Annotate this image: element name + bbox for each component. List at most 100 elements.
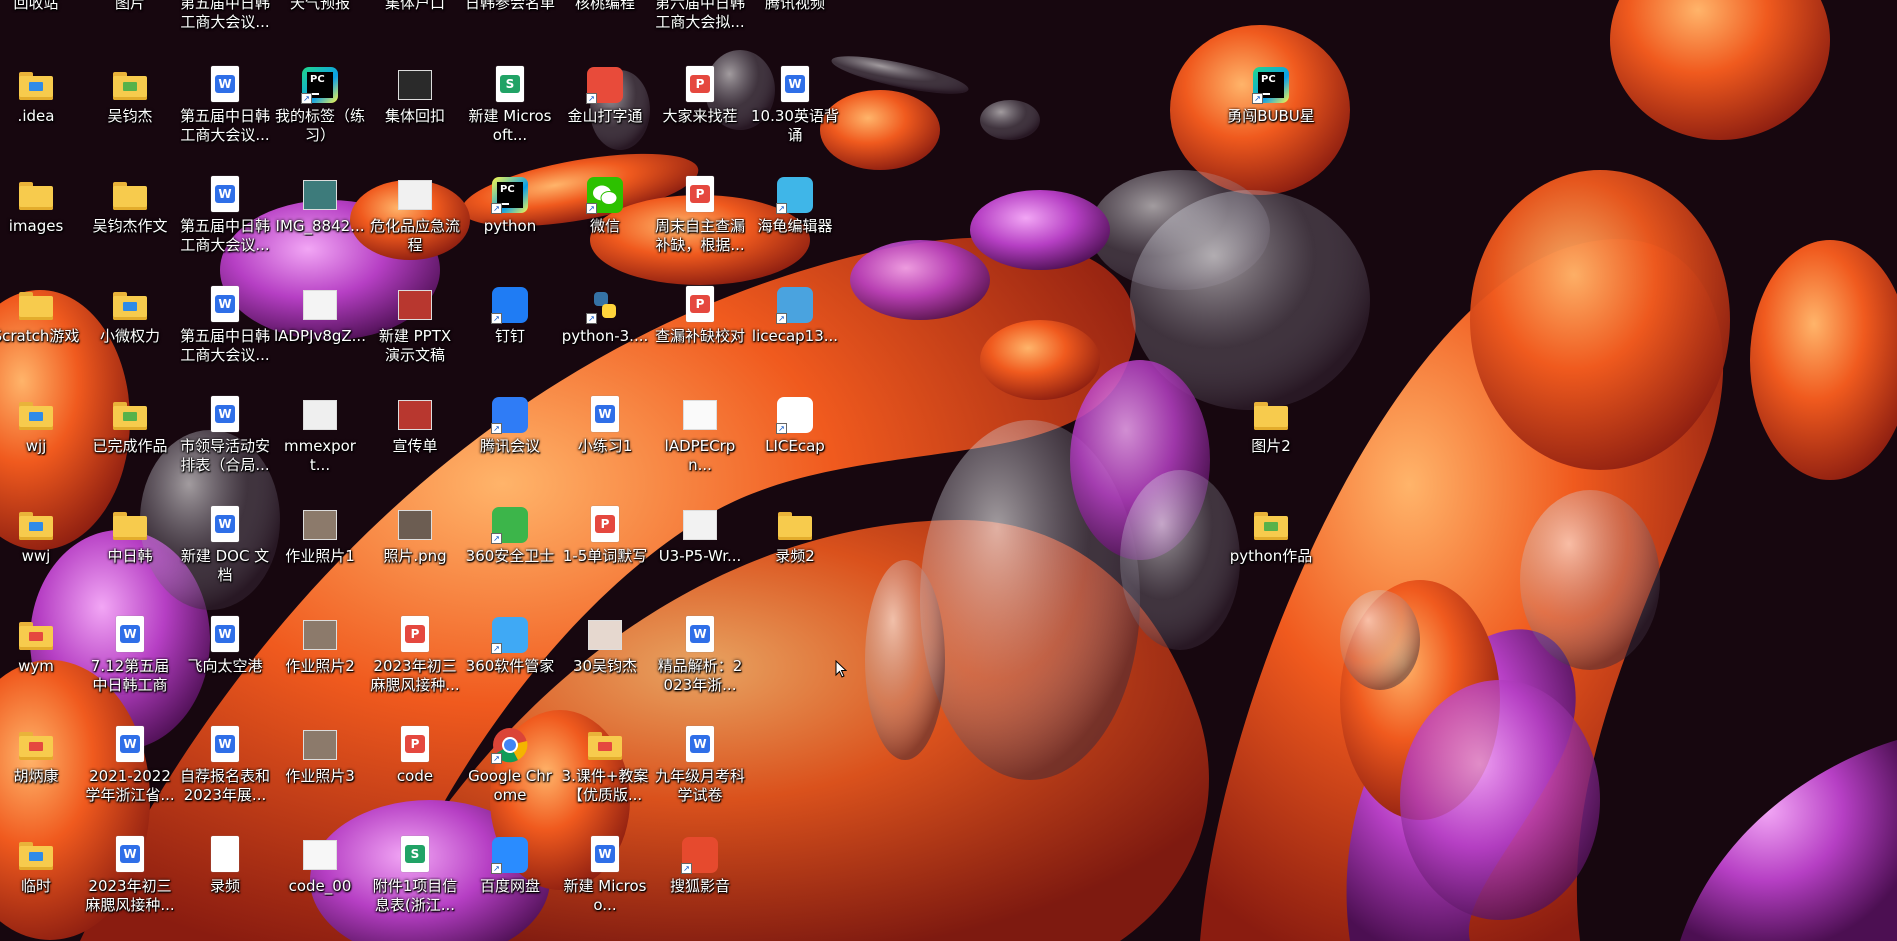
desktop-icon[interactable]: 图片2	[1225, 396, 1317, 456]
desktop-icon[interactable]: 回收站	[0, 0, 82, 13]
desktop-icon-label: 图片	[114, 0, 145, 12]
desktop-icon[interactable]: W7.12第五届中日韩工商大...	[84, 616, 176, 695]
desktop-icon[interactable]: wwj	[0, 506, 82, 566]
pdf-document-icon: P	[586, 506, 624, 544]
desktop-icon[interactable]: 胡炳康	[0, 726, 82, 786]
desktop-icon[interactable]: W 2021-2022学年浙江省...	[84, 726, 176, 805]
desktop-icon[interactable]: 中日韩	[84, 506, 176, 566]
desktop-icon-label: 第五届中日韩工商大会议...	[179, 0, 270, 31]
pdf-document-icon: P	[681, 176, 719, 214]
desktop-icon[interactable]: 集体户口	[369, 0, 461, 13]
desktop-icon[interactable]: images	[0, 176, 82, 236]
desktop-icon[interactable]: 新建 PPTX 演示文稿	[369, 286, 461, 365]
desktop-icon[interactable]: ↗ 海龟编辑器	[749, 176, 841, 236]
desktop-icon[interactable]: W 九年级月考科学试卷	[654, 726, 746, 805]
desktop-icon[interactable]: 30吴钧杰	[559, 616, 651, 676]
desktop-icon[interactable]: ↗ 微信	[559, 176, 651, 236]
desktop-icon[interactable]: 危化品应急流程	[369, 176, 461, 255]
desktop-icon[interactable]: ↗ 金山打字通	[559, 66, 651, 126]
word-document-icon: W	[206, 66, 244, 104]
desktop-icon[interactable]: ↗ 百度网盘	[464, 836, 556, 896]
desktop-icon[interactable]: W 10.30英语背诵	[749, 66, 841, 145]
desktop-icon[interactable]: W 小练习1	[559, 396, 651, 456]
desktop-icon[interactable]: 录频	[179, 836, 271, 896]
desktop-icon[interactable]: ↗ LICEcap	[749, 396, 841, 456]
desktop-icon[interactable]: ↗ 钉钉	[464, 286, 556, 346]
desktop-icon[interactable]: lADPJv8gZ...	[274, 286, 366, 346]
desktop-icon[interactable]: W 飞向太空港	[179, 616, 271, 676]
desktop-icon[interactable]: 作业照片3	[274, 726, 366, 786]
desktop-icon[interactable]: W 第五届中日韩工商大会议...	[179, 286, 271, 365]
folder-icon	[111, 396, 149, 434]
desktop-icon[interactable]: 已完成作品	[84, 396, 176, 456]
desktop-icon[interactable]: P 1-5单词默写	[559, 506, 651, 566]
desktop-icon[interactable]: W 市领导活动安排表（合局...	[179, 396, 271, 475]
shortcut-arrow-icon: ↗	[1252, 93, 1263, 104]
desktop-icon[interactable]: P 2023年初三麻腮风接种...	[369, 616, 461, 695]
desktop-icon[interactable]: ↗ python-3....	[559, 286, 651, 346]
desktop-icon[interactable]: 吴钧杰	[84, 66, 176, 126]
desktop-icon[interactable]: 作业照片1	[274, 506, 366, 566]
desktop-icon[interactable]: PC ↗ python	[464, 176, 556, 236]
desktop-icon[interactable]: S 新建 Microsoft...	[464, 66, 556, 145]
desktop-icon[interactable]: PC ↗ 勇闯BUBU星	[1225, 66, 1317, 126]
desktop-icon[interactable]: P 周末自主查漏补缺，根据...	[654, 176, 746, 255]
desktop-icon[interactable]: lADPECrpn...	[654, 396, 746, 475]
desktop-icon[interactable]: 日韩参会名单	[464, 0, 556, 13]
desktop-icon[interactable]: ↗ Google Chrome	[464, 726, 556, 805]
desktop-icon[interactable]: 3.课件+教案【优质版...	[559, 726, 651, 805]
desktop-icon[interactable]: Scratch游戏	[0, 286, 82, 346]
word-document-icon: W	[206, 726, 244, 764]
desktop-icon[interactable]: 图片	[84, 0, 176, 13]
folder-icon	[776, 506, 814, 544]
desktop-icon[interactable]: P 大家来找茬	[654, 66, 746, 126]
desktop-icon[interactable]: 照片.png	[369, 506, 461, 566]
desktop-icon[interactable]: ↗ 搜狐影音	[654, 836, 746, 896]
desktop-icon-label: python	[483, 217, 537, 235]
desktop-icon[interactable]: ↗ 腾讯会议	[464, 396, 556, 456]
desktop-icon[interactable]: P 查漏补缺校对	[654, 286, 746, 346]
desktop-icon-label: 市领导活动安排表（合局...	[179, 437, 270, 474]
desktop-icon[interactable]: 第五届中日韩工商大会议...	[179, 0, 271, 32]
desktop-icon[interactable]: W 新建 Microso...	[559, 836, 651, 915]
image-file-icon	[301, 506, 339, 544]
desktop-icon[interactable]: wjj	[0, 396, 82, 456]
desktop-icon[interactable]: W 精品解析：2023年浙...	[654, 616, 746, 695]
desktop-icon[interactable]: W 自荐报名表和2023年展...	[179, 726, 271, 805]
desktop-icon[interactable]: W 2023年初三麻腮风接种...	[84, 836, 176, 915]
desktop-icon[interactable]: 腾讯视频	[749, 0, 841, 13]
desktop-icon[interactable]: mmexport...	[274, 396, 366, 475]
desktop-icon[interactable]: ↗ licecap13...	[749, 286, 841, 346]
desktop-icon[interactable]: IMG_8842...	[274, 176, 366, 236]
desktop-icon[interactable]: ↗ 360安全卫士	[464, 506, 556, 566]
desktop-icon-label: IMG_8842...	[275, 217, 365, 235]
desktop-icon-label: 小练习1	[577, 437, 633, 455]
desktop-icon[interactable]: 宣传单	[369, 396, 461, 456]
desktop-icon-label: images	[8, 217, 64, 235]
folder-icon	[1252, 396, 1290, 434]
desktop-icon[interactable]: ↗ 360软件管家	[464, 616, 556, 676]
desktop-icon[interactable]: 集体回扣	[369, 66, 461, 126]
desktop-icon[interactable]: 核桃编程	[559, 0, 651, 13]
desktop-icon[interactable]: 录频2	[749, 506, 841, 566]
desktop-icon-label: 30吴钧杰	[572, 657, 638, 675]
desktop-icon-label: 吴钧杰作文	[92, 217, 168, 235]
desktop-icon[interactable]: W 第五届中日韩工商大会议...	[179, 66, 271, 145]
desktop-icon[interactable]: W 新建 DOC 文档	[179, 506, 271, 585]
desktop-icon[interactable]: 第六届中日韩工商大会拟...	[654, 0, 746, 32]
desktop-icon[interactable]: Pcode	[369, 726, 461, 786]
desktop-icon[interactable]: 小微权力	[84, 286, 176, 346]
desktop-icon[interactable]: code_00	[274, 836, 366, 896]
desktop-icon[interactable]: S 附件1项目信息表(浙江...	[369, 836, 461, 915]
application-icon: ↗	[491, 396, 529, 434]
desktop-icon[interactable]: python作品	[1225, 506, 1317, 566]
desktop-icon[interactable]: .idea	[0, 66, 82, 126]
desktop-icon[interactable]: 吴钧杰作文	[84, 176, 176, 236]
desktop-icon[interactable]: 临时	[0, 836, 82, 896]
desktop-icon[interactable]: 天气预报	[274, 0, 366, 13]
desktop-icon[interactable]: U3-P5-Wr...	[654, 506, 746, 566]
desktop-icon[interactable]: wym	[0, 616, 82, 676]
desktop-icon[interactable]: 作业照片2	[274, 616, 366, 676]
desktop-icon[interactable]: W 第五届中日韩工商大会议...	[179, 176, 271, 255]
desktop-icon[interactable]: PC ↗ 我的标签（练习）	[274, 66, 366, 145]
